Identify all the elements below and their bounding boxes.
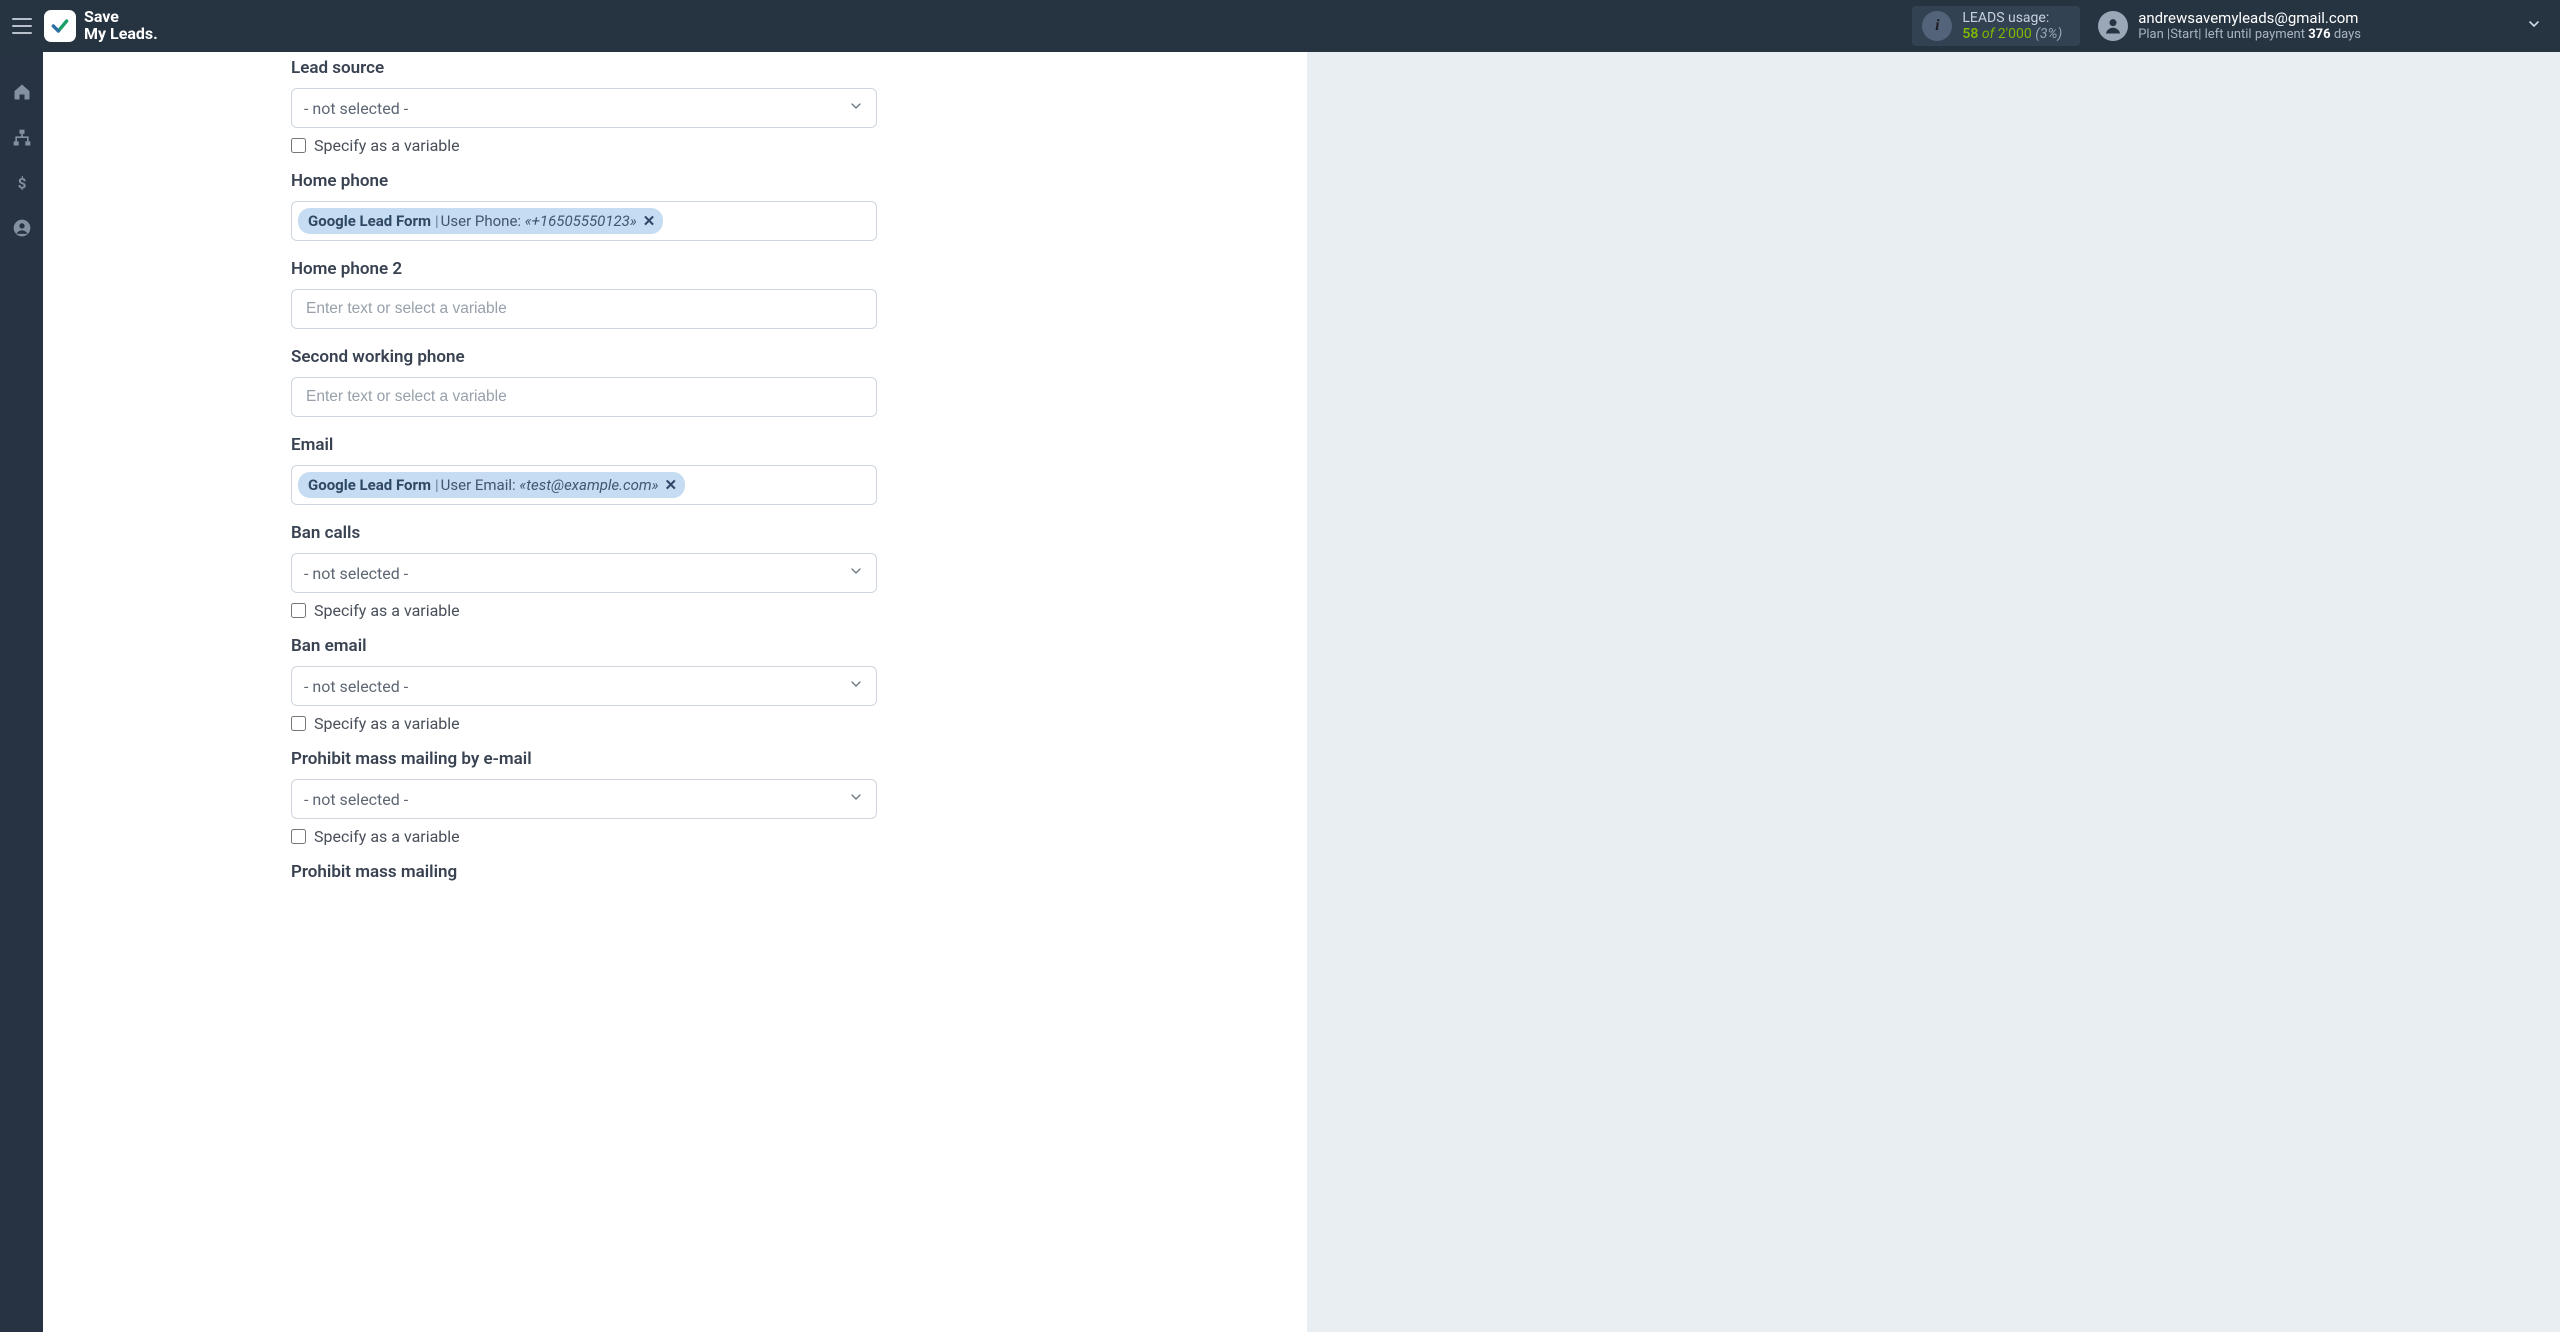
input-home-phone2-field[interactable] xyxy=(304,290,864,328)
chevron-down-icon xyxy=(848,563,864,583)
checkbox-label[interactable]: Specify as a variable xyxy=(314,601,460,620)
chip-email: Google Lead Form | User Email: «test@exa… xyxy=(298,472,685,498)
checkbox-label[interactable]: Specify as a variable xyxy=(314,714,460,733)
label-email: Email xyxy=(291,435,877,455)
chevron-down-icon xyxy=(848,98,864,118)
group-ban-calls: Ban calls - not selected - Specify as a … xyxy=(291,523,877,620)
group-lead-source: Lead source - not selected - Specify as … xyxy=(291,58,877,155)
checkbox-ban-calls-var[interactable] xyxy=(291,603,306,618)
home-icon xyxy=(12,82,32,102)
user-circle-icon xyxy=(12,218,32,238)
nav-home[interactable] xyxy=(12,82,32,106)
select-prohibit-mass-email[interactable]: - not selected - xyxy=(291,779,877,819)
group-home-phone2: Home phone 2 xyxy=(291,259,877,329)
select-lead-source[interactable]: - not selected - xyxy=(291,88,877,128)
label-home-phone2: Home phone 2 xyxy=(291,259,877,279)
chip-remove-button[interactable]: ✕ xyxy=(665,476,678,494)
dollar-icon: $ xyxy=(13,174,31,192)
label-prohibit-mass-email: Prohibit mass mailing by e-mail xyxy=(291,749,877,769)
group-prohibit-mass-email: Prohibit mass mailing by e-mail - not se… xyxy=(291,749,877,846)
select-lead-source-value: - not selected - xyxy=(304,99,408,118)
select-ban-calls[interactable]: - not selected - xyxy=(291,553,877,593)
chip-source: Google Lead Form xyxy=(308,212,431,230)
checkbox-ban-email-var[interactable] xyxy=(291,716,306,731)
label-ban-calls: Ban calls xyxy=(291,523,877,543)
chip-source: Google Lead Form xyxy=(308,476,431,494)
chip-home-phone: Google Lead Form | User Phone: «+1650555… xyxy=(298,208,663,234)
label-home-phone: Home phone xyxy=(291,171,877,191)
chip-sample: «+16505550123» xyxy=(525,212,637,230)
chevron-down-icon xyxy=(2526,16,2542,36)
group-email: Email Google Lead Form | User Email: «te… xyxy=(291,435,877,505)
user-plan-suffix: days xyxy=(2331,27,2361,42)
usage-value: 58 of 2'000 (3%) xyxy=(1962,26,2062,42)
user-lines: andrewsavemyleads@gmail.com Plan |Start|… xyxy=(2138,9,2361,44)
checkbox-lead-source-var[interactable] xyxy=(291,138,306,153)
usage-count: 58 xyxy=(1962,26,1978,42)
svg-text:$: $ xyxy=(17,174,26,192)
input-second-working-phone[interactable] xyxy=(291,377,877,417)
group-prohibit-mass: Prohibit mass mailing xyxy=(291,862,877,882)
brand-name: Save My Leads. xyxy=(84,9,158,43)
chevron-down-icon xyxy=(848,676,864,696)
page-scroll-area[interactable]: Lead source - not selected - Specify as … xyxy=(43,52,2560,1332)
input-email[interactable]: Google Lead Form | User Email: «test@exa… xyxy=(291,465,877,505)
user-plan-prefix: Plan |Start| left until payment xyxy=(2138,27,2308,42)
info-icon: i xyxy=(1922,11,1952,41)
select-ban-calls-value: - not selected - xyxy=(304,564,408,583)
group-home-phone: Home phone Google Lead Form | User Phone… xyxy=(291,171,877,241)
nav-billing[interactable]: $ xyxy=(13,174,31,196)
usage-pct: (3%) xyxy=(2035,26,2062,42)
brand-line2: My Leads. xyxy=(84,26,158,43)
chip-sample: «test@example.com» xyxy=(519,476,658,494)
chip-remove-button[interactable]: ✕ xyxy=(643,212,656,230)
chevron-down-icon xyxy=(848,789,864,809)
input-home-phone2[interactable] xyxy=(291,289,877,329)
chip-sep: | xyxy=(435,476,439,494)
checkmark-icon xyxy=(50,16,70,36)
label-prohibit-mass: Prohibit mass mailing xyxy=(291,862,877,882)
usage-of: of xyxy=(1982,26,1994,42)
topbar: Save My Leads. i LEADS usage: 58 of 2'00… xyxy=(0,0,2560,52)
select-ban-email[interactable]: - not selected - xyxy=(291,666,877,706)
brand-logo[interactable] xyxy=(44,10,76,42)
avatar xyxy=(2098,11,2128,41)
group-ban-email: Ban email - not selected - Specify as a … xyxy=(291,636,877,733)
input-home-phone[interactable]: Google Lead Form | User Phone: «+1650555… xyxy=(291,201,877,241)
user-email: andrewsavemyleads@gmail.com xyxy=(2138,9,2361,28)
usage-widget[interactable]: i LEADS usage: 58 of 2'000 (3%) xyxy=(1912,6,2080,46)
user-menu[interactable]: andrewsavemyleads@gmail.com Plan |Start|… xyxy=(2098,9,2542,44)
form-card: Lead source - not selected - Specify as … xyxy=(43,52,1307,1332)
user-plan-days: 376 xyxy=(2308,27,2330,42)
usage-label: LEADS usage: xyxy=(1962,10,2062,26)
checkbox-prohibit-mass-email-var[interactable] xyxy=(291,829,306,844)
sitemap-icon xyxy=(12,128,32,148)
menu-toggle-button[interactable] xyxy=(8,12,36,40)
select-prohibit-mass-email-value: - not selected - xyxy=(304,790,408,809)
chip-sep: | xyxy=(435,212,439,230)
label-lead-source: Lead source xyxy=(291,58,877,78)
chip-field: User Email: xyxy=(441,476,516,494)
label-ban-email: Ban email xyxy=(291,636,877,656)
group-second-working-phone: Second working phone xyxy=(291,347,877,417)
usage-total: 2'000 xyxy=(1998,26,2032,42)
nav-connections[interactable] xyxy=(12,128,32,152)
nav-account[interactable] xyxy=(12,218,32,242)
chip-field: User Phone: xyxy=(441,212,521,230)
user-icon xyxy=(2103,16,2123,36)
checkbox-label[interactable]: Specify as a variable xyxy=(314,136,460,155)
input-second-working-phone-field[interactable] xyxy=(304,378,864,416)
label-second-working-phone: Second working phone xyxy=(291,347,877,367)
checkbox-label[interactable]: Specify as a variable xyxy=(314,827,460,846)
select-ban-email-value: - not selected - xyxy=(304,677,408,696)
user-plan: Plan |Start| left until payment 376 days xyxy=(2138,27,2361,43)
side-nav: $ xyxy=(0,52,43,1332)
